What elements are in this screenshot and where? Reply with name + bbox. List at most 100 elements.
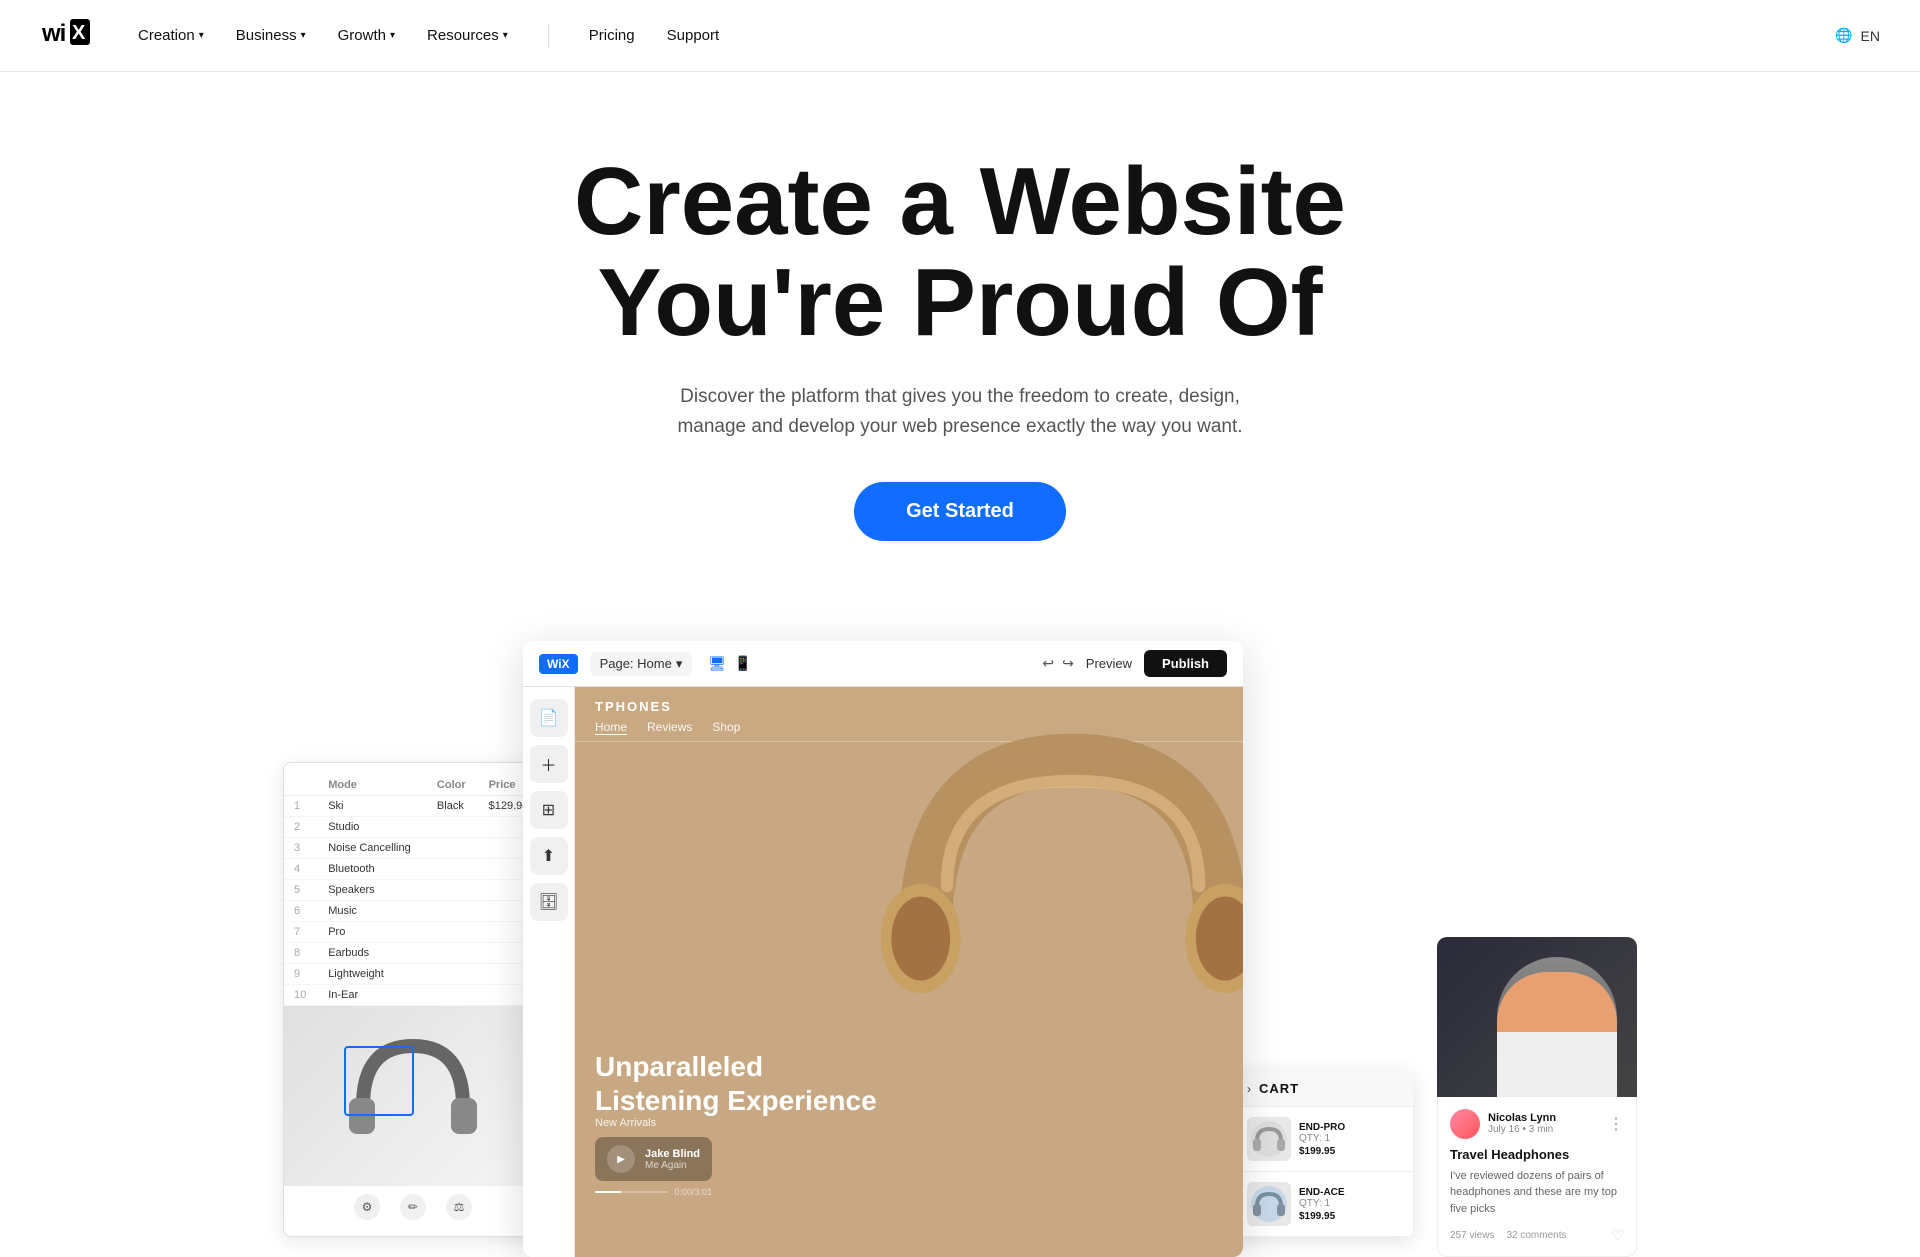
device-icons: 🖥 📱 bbox=[708, 655, 751, 672]
cart-item: END-PRO QTY: 1 $199.95 bbox=[1233, 1107, 1413, 1172]
table-row: 9 Lightweight bbox=[284, 964, 542, 985]
globe-icon: 🌐 bbox=[1835, 27, 1852, 44]
canvas-hero-text: Unparalleled Listening Experience bbox=[595, 1050, 877, 1117]
blog-card-body: Nicolas Lynn July 16 • 3 min ⋮ Travel He… bbox=[1437, 1097, 1637, 1257]
cart-item-qty-2: QTY: 1 bbox=[1299, 1198, 1345, 1209]
desktop-icon[interactable]: 🖥 bbox=[708, 655, 726, 672]
chevron-down-icon: ▾ bbox=[503, 30, 508, 41]
redo-icon[interactable]: ↪ bbox=[1062, 655, 1074, 672]
nav-business[interactable]: Business ▾ bbox=[236, 27, 306, 44]
blog-excerpt: I've reviewed dozens of pairs of headpho… bbox=[1450, 1168, 1624, 1218]
table-row: 4 Bluetooth bbox=[284, 859, 542, 880]
adjust-icon[interactable]: ⚖ bbox=[446, 1194, 472, 1220]
hero-title: Create a Website You're Proud Of bbox=[40, 152, 1880, 354]
song-artist: Me Again bbox=[645, 1160, 700, 1171]
site-nav-shop[interactable]: Shop bbox=[712, 720, 740, 735]
chevron-down-icon: ▾ bbox=[390, 30, 395, 41]
media-icon[interactable]: ⬆ bbox=[530, 837, 568, 875]
author-date: July 16 • 3 min bbox=[1488, 1124, 1556, 1135]
cart-panel: › CART END-PRO QTY: 1 $199.95 bbox=[1233, 1071, 1413, 1237]
apps-icon[interactable]: ⊞ bbox=[530, 791, 568, 829]
new-arrivals-section: New Arrivals ▶ Jake Blind Me Again 0:00/… bbox=[595, 1113, 712, 1197]
like-icon[interactable]: ♡ bbox=[1611, 1227, 1624, 1244]
headphone-hero-svg bbox=[863, 697, 1243, 1117]
preview-button[interactable]: Preview bbox=[1086, 656, 1132, 671]
demo-area: Mode Color Price 1 Ski Black $129.95 2 S… bbox=[0, 641, 1920, 1257]
database-icon[interactable]: 🗄 bbox=[530, 883, 568, 921]
nav-pricing[interactable]: Pricing bbox=[589, 27, 635, 44]
product-table-panel: Mode Color Price 1 Ski Black $129.95 2 S… bbox=[283, 762, 543, 1237]
svg-text:X: X bbox=[72, 22, 86, 44]
edit-icon[interactable]: ✏ bbox=[400, 1194, 426, 1220]
editor-toolbar: WiX Page: Home ▾ 🖥 📱 ↩ ↪ Preview Publish bbox=[523, 641, 1243, 687]
language-selector[interactable]: 🌐 EN bbox=[1835, 27, 1880, 44]
table-row: 7 Pro bbox=[284, 922, 542, 943]
blog-person-image bbox=[1497, 957, 1617, 1097]
hero-subtitle: Discover the platform that gives you the… bbox=[40, 382, 1880, 443]
music-card: ▶ Jake Blind Me Again bbox=[595, 1137, 712, 1181]
cart-header: › CART bbox=[1233, 1071, 1413, 1107]
table-row: 8 Earbuds bbox=[284, 943, 542, 964]
cart-item-name-1: END-PRO bbox=[1299, 1122, 1345, 1133]
table-row: 5 Speakers bbox=[284, 880, 542, 901]
hero-section: Create a Website You're Proud Of Discove… bbox=[0, 72, 1920, 601]
undo-icon[interactable]: ↩ bbox=[1042, 655, 1054, 672]
table-row: 3 Noise Cancelling bbox=[284, 838, 542, 859]
cart-item-qty-1: QTY: 1 bbox=[1299, 1133, 1345, 1144]
chevron-down-icon: ▾ bbox=[301, 30, 306, 41]
blog-author-row: Nicolas Lynn July 16 • 3 min ⋮ bbox=[1450, 1109, 1624, 1139]
table-row: 2 Studio bbox=[284, 817, 542, 838]
site-nav-reviews[interactable]: Reviews bbox=[647, 720, 692, 735]
cart-title: CART bbox=[1259, 1081, 1299, 1096]
navbar: wi X Creation ▾ Business ▾ Growth ▾ Reso… bbox=[0, 0, 1920, 72]
product-action-icons: ⚙ ✏ ⚖ bbox=[284, 1186, 542, 1224]
svg-text:wi: wi bbox=[41, 20, 65, 47]
blog-views: 257 views bbox=[1450, 1230, 1494, 1241]
blog-card-panel: Nicolas Lynn July 16 • 3 min ⋮ Travel He… bbox=[1437, 937, 1637, 1257]
cart-collapse-icon[interactable]: › bbox=[1247, 1082, 1251, 1096]
cart-item-price-2: $199.95 bbox=[1299, 1211, 1345, 1222]
editor-canvas: TPHONES Home Reviews Shop Unparalleled L… bbox=[575, 687, 1243, 1257]
editor-left-toolbar: 📄 ＋ ⊞ ⬆ 🗄 bbox=[523, 687, 575, 1257]
cart-item-image-2 bbox=[1247, 1182, 1291, 1226]
table-row: 6 Music bbox=[284, 901, 542, 922]
nav-creation[interactable]: Creation ▾ bbox=[138, 27, 204, 44]
wix-logo[interactable]: wi X bbox=[40, 17, 90, 54]
nav-support[interactable]: Support bbox=[667, 27, 720, 44]
get-started-button[interactable]: Get Started bbox=[854, 482, 1066, 541]
blog-stats: 257 views 32 comments ♡ bbox=[1450, 1227, 1624, 1244]
undo-redo: ↩ ↪ bbox=[1042, 655, 1073, 672]
author-avatar bbox=[1450, 1109, 1480, 1139]
blog-image bbox=[1437, 937, 1637, 1097]
pages-icon[interactable]: 📄 bbox=[530, 699, 568, 737]
site-nav-home[interactable]: Home bbox=[595, 720, 627, 735]
nav-resources[interactable]: Resources ▾ bbox=[427, 27, 508, 44]
more-options-icon[interactable]: ⋮ bbox=[1608, 1114, 1624, 1134]
nav-divider bbox=[548, 24, 549, 48]
blog-comments: 32 comments bbox=[1506, 1230, 1566, 1241]
song-title: Jake Blind bbox=[645, 1148, 700, 1160]
chevron-down-icon: ▾ bbox=[676, 656, 683, 672]
editor-panel: WiX Page: Home ▾ 🖥 📱 ↩ ↪ Preview Publish… bbox=[523, 641, 1243, 1257]
cart-item-name-2: END-ACE bbox=[1299, 1187, 1345, 1198]
cart-item: END-ACE QTY: 1 $199.95 bbox=[1233, 1172, 1413, 1237]
product-image-box bbox=[284, 1006, 542, 1186]
play-button[interactable]: ▶ bbox=[607, 1145, 635, 1173]
mobile-icon[interactable]: 📱 bbox=[734, 655, 751, 672]
author-name: Nicolas Lynn bbox=[1488, 1112, 1556, 1124]
wix-editor-badge: WiX bbox=[539, 654, 578, 674]
nav-items: Creation ▾ Business ▾ Growth ▾ Resources… bbox=[138, 24, 719, 48]
page-selector[interactable]: Page: Home ▾ bbox=[590, 652, 693, 676]
nav-growth[interactable]: Growth ▾ bbox=[338, 27, 395, 44]
product-table: Mode Color Price 1 Ski Black $129.95 2 S… bbox=[284, 775, 542, 1006]
cart-item-price-1: $199.95 bbox=[1299, 1146, 1345, 1157]
blog-title: Travel Headphones bbox=[1450, 1147, 1624, 1162]
publish-button[interactable]: Publish bbox=[1144, 650, 1227, 677]
cart-item-image-1 bbox=[1247, 1117, 1291, 1161]
chevron-down-icon: ▾ bbox=[199, 30, 204, 41]
editor-body: 📄 ＋ ⊞ ⬆ 🗄 TPHONES Home Reviews Shop bbox=[523, 687, 1243, 1257]
settings-icon[interactable]: ⚙ bbox=[354, 1194, 380, 1220]
table-row: 10 In-Ear bbox=[284, 985, 542, 1006]
table-row: 1 Ski Black $129.95 bbox=[284, 796, 542, 817]
add-section-icon[interactable]: ＋ bbox=[530, 745, 568, 783]
